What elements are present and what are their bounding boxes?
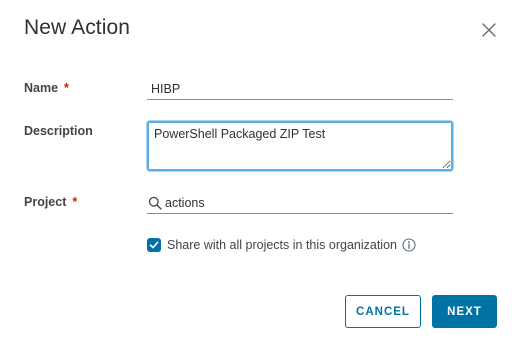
info-icon[interactable]	[402, 238, 416, 252]
project-label-row: Project *	[24, 195, 77, 209]
cancel-button[interactable]: CANCEL	[345, 295, 421, 328]
next-button[interactable]: NEXT	[432, 295, 497, 328]
project-label: Project	[24, 195, 67, 209]
name-input[interactable]	[147, 78, 453, 100]
new-action-dialog: New Action Name * Description PowerShell …	[0, 0, 515, 346]
dialog-title: New Action	[24, 16, 131, 39]
name-required-marker: *	[64, 81, 69, 95]
project-required-marker: *	[72, 195, 78, 209]
share-option: Share with all projects in this organiza…	[147, 237, 416, 253]
name-label-row: Name *	[24, 81, 69, 95]
share-checkbox[interactable]	[147, 238, 161, 252]
share-label[interactable]: Share with all projects in this organiza…	[167, 238, 397, 252]
search-icon	[148, 196, 162, 210]
project-search-field[interactable]	[147, 193, 453, 214]
description-textarea[interactable]: PowerShell Packaged ZIP Test	[147, 121, 453, 171]
close-icon[interactable]	[481, 22, 497, 38]
project-search-input[interactable]	[165, 193, 451, 213]
checkmark-icon	[149, 241, 159, 249]
name-label: Name	[24, 81, 59, 95]
description-label: Description	[24, 124, 93, 138]
